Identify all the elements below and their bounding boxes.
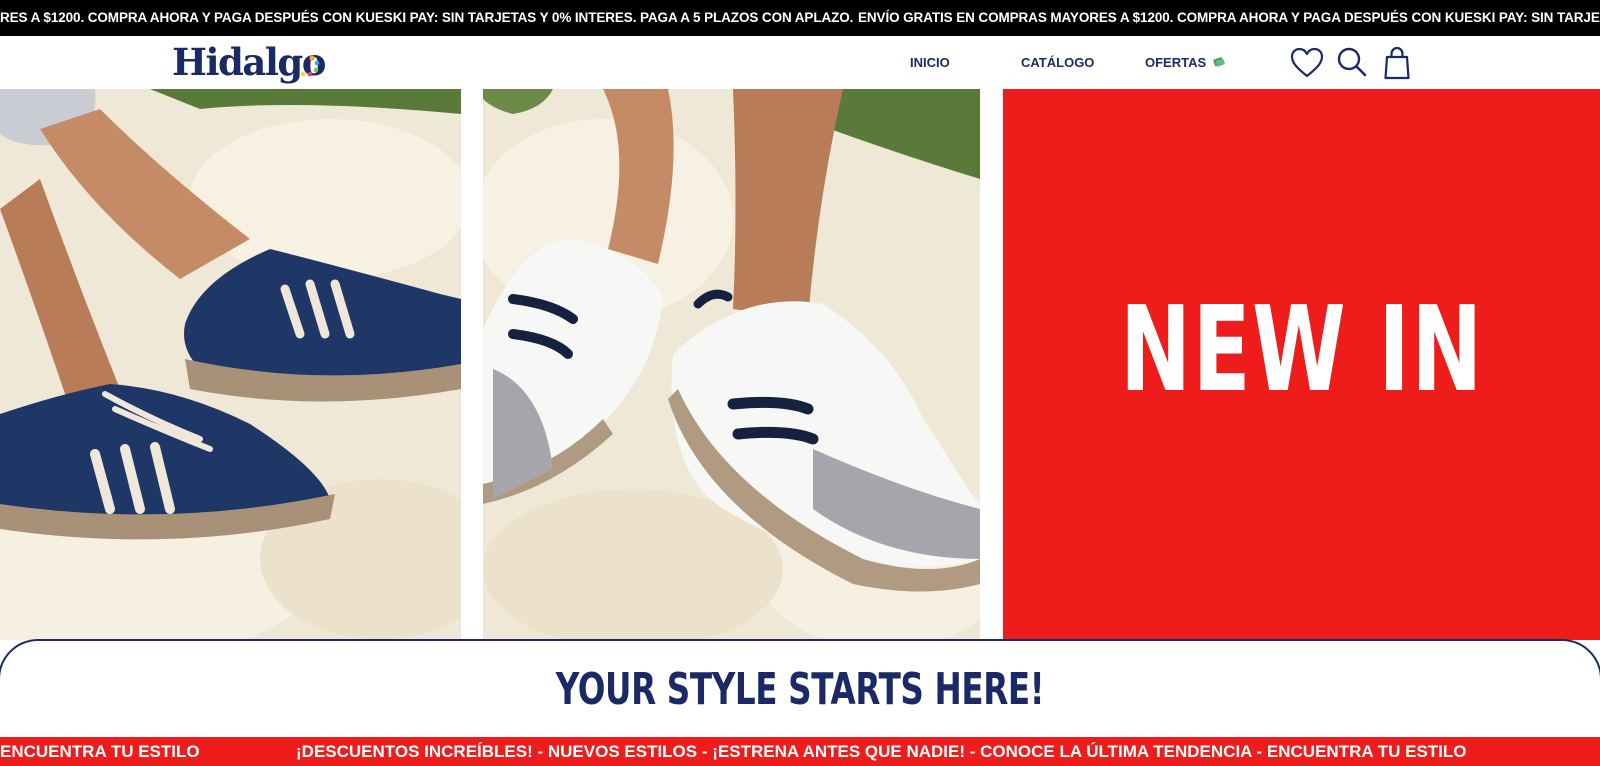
shopping-bag-icon[interactable]: [1379, 45, 1415, 81]
nav-ofertas[interactable]: OFERTAS: [1145, 36, 1225, 89]
announcement-text: RES A $1200. COMPRA AHORA Y PAGA DESPUÉS…: [0, 10, 854, 25]
promo-ticker: ENCUENTRA TU ESTILO ¡DESCUENTOS INCREÍBL…: [0, 737, 1600, 766]
nav-ofertas-label: OFERTAS: [1145, 55, 1207, 70]
search-icon[interactable]: [1334, 45, 1370, 81]
slogan-banner: YOUR STYLE STARTS HERE!: [0, 639, 1600, 749]
announcement-text: ENVÍO GRATIS EN COMPRAS MAYORES A $1200.…: [858, 10, 1600, 25]
navy-sneakers-illustration: [0, 89, 461, 640]
hero-image-navy-sneakers[interactable]: [0, 89, 461, 640]
slogan-headline: YOUR STYLE STARTS HERE!: [555, 664, 1045, 715]
site-header: Hidalgo INICIO CATÁLOGO OFERTAS: [0, 36, 1600, 89]
logo-dots-icon: [300, 55, 320, 77]
money-icon: [1212, 57, 1225, 67]
announcement-bar: RES A $1200. COMPRA AHORA Y PAGA DESPUÉS…: [0, 0, 1600, 36]
white-sneakers-illustration: [483, 89, 980, 640]
nav-catalogo[interactable]: CATÁLOGO: [1021, 36, 1094, 89]
logo[interactable]: Hidalgo: [172, 40, 326, 84]
promo-ticker-text: ENCUENTRA TU ESTILO: [0, 742, 200, 761]
new-in-panel[interactable]: NEW IN: [1003, 89, 1600, 640]
promo-ticker-text: ¡DESCUENTOS INCREÍBLES! - NUEVOS ESTILOS…: [296, 742, 1467, 761]
heart-icon[interactable]: [1289, 45, 1325, 81]
nav-inicio[interactable]: INICIO: [910, 36, 950, 89]
new-in-heading: NEW IN: [1120, 280, 1484, 418]
hero-image-white-sneakers[interactable]: [483, 89, 980, 640]
